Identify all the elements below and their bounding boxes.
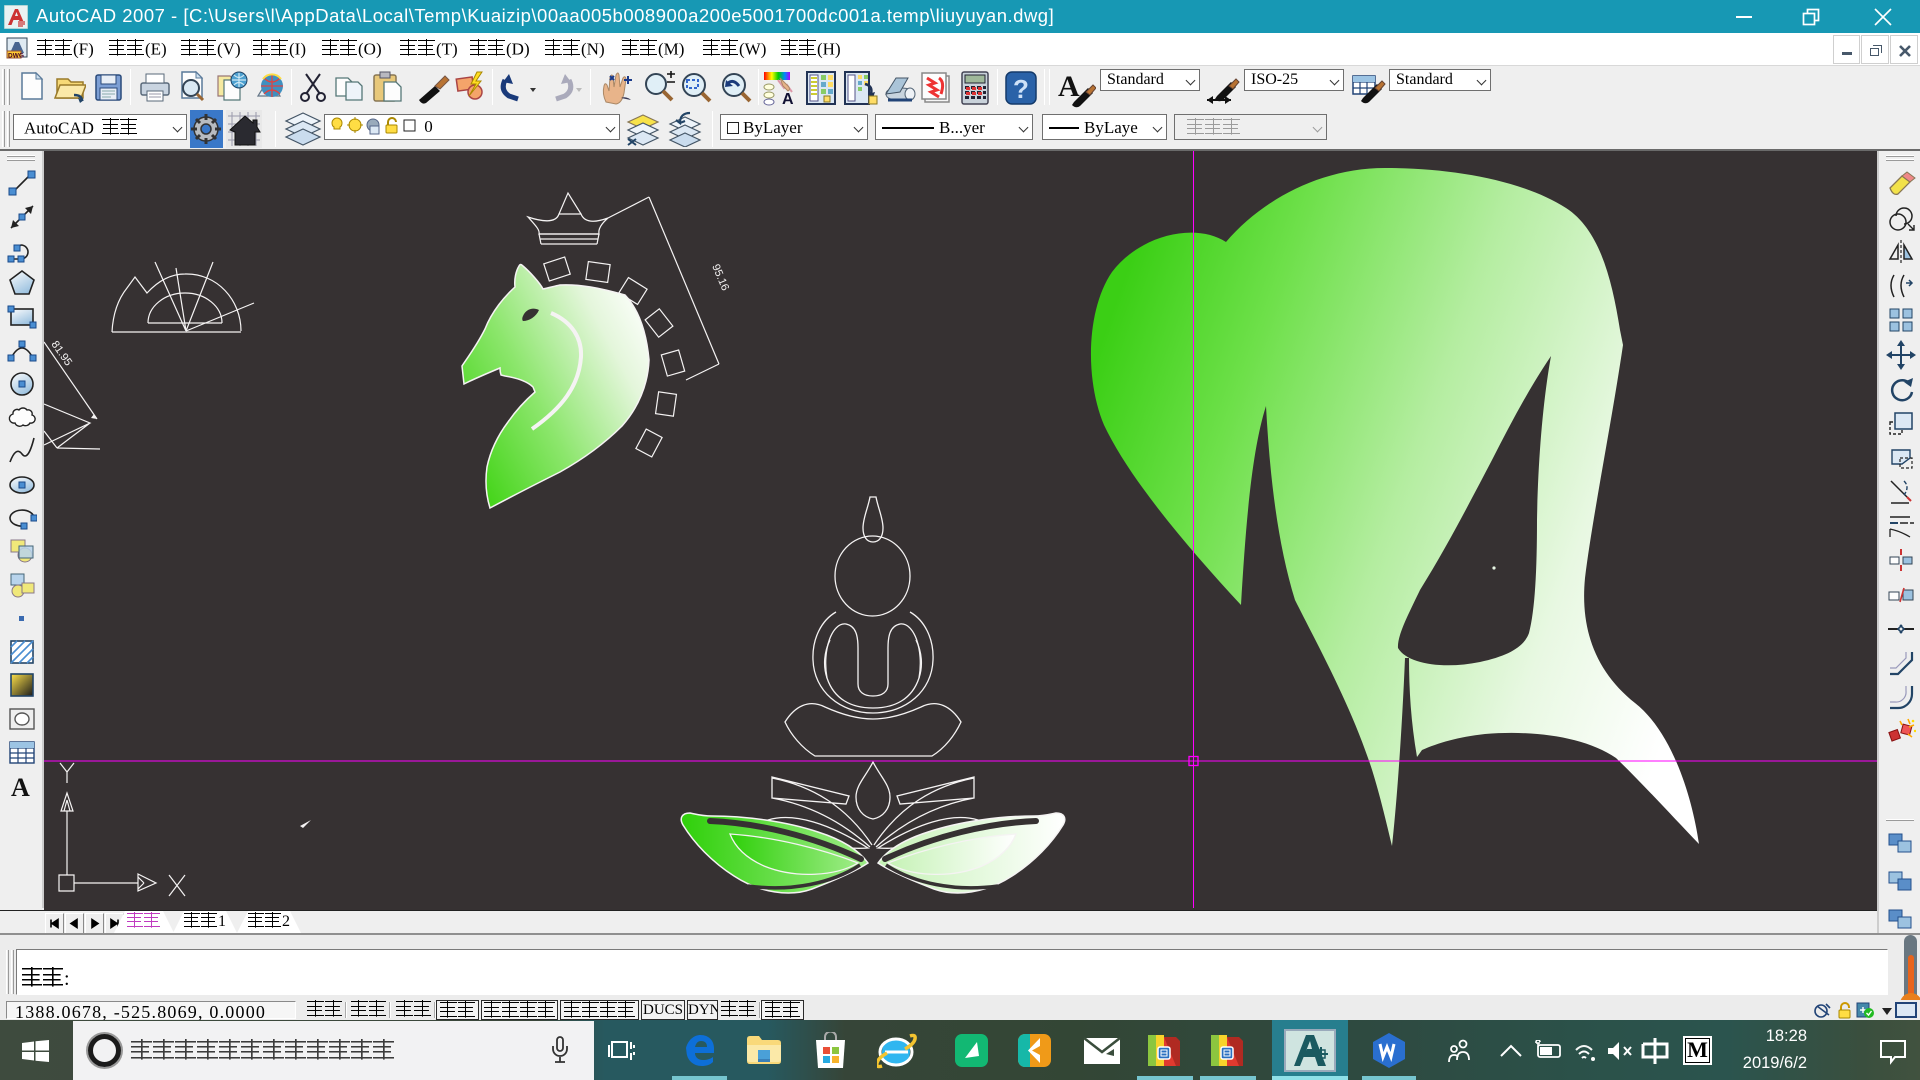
svg-text:95.16: 95.16 (709, 262, 731, 292)
svg-text:A: A (11, 773, 30, 801)
svg-text:DWG: DWG (8, 53, 24, 60)
svg-text:?: ? (1013, 74, 1029, 104)
svg-text:A: A (782, 91, 794, 106)
svg-text:A: A (1058, 70, 1080, 103)
